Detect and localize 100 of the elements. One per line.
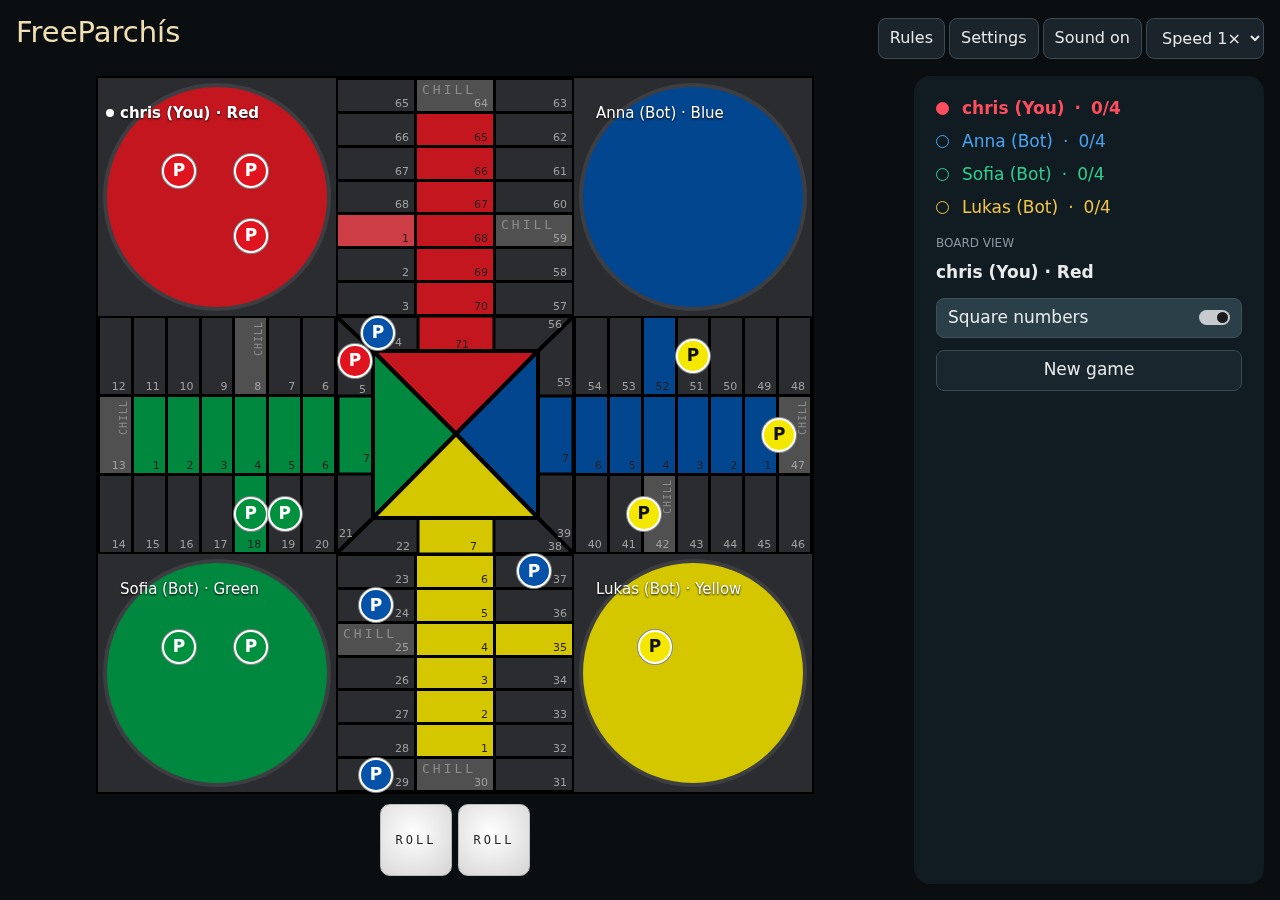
square-number: 43 <box>689 539 704 550</box>
square-number: 6 <box>594 460 602 471</box>
square-number: 40 <box>587 539 602 550</box>
square-number: 49 <box>757 381 772 392</box>
square-number: 38 <box>548 540 562 553</box>
square-number: 7 <box>562 452 569 465</box>
square-number: 7 <box>288 381 296 392</box>
square-number: 3 <box>696 460 704 471</box>
square-number: 52 <box>655 381 670 392</box>
game-piece[interactable]: P <box>626 497 661 531</box>
player-label: Sofia (Bot) · Green <box>120 579 259 600</box>
square-number: 54 <box>587 381 602 392</box>
square-number: 20 <box>315 539 329 550</box>
square-number: 1 <box>764 460 772 471</box>
square-number: 57 <box>553 301 567 312</box>
game-piece[interactable]: P <box>359 757 393 792</box>
square-number: 24 <box>395 607 409 619</box>
square-number: 1 <box>481 743 488 755</box>
square-number: 3 <box>402 301 409 312</box>
square-number: 2 <box>402 267 409 279</box>
safe-label: CHILL <box>118 400 129 436</box>
square-number: 35 <box>553 641 567 653</box>
square-number: 21 <box>339 527 353 540</box>
safe-label: CHILL <box>254 321 265 357</box>
square-number: 7 <box>470 540 477 553</box>
square-number: 10 <box>179 381 194 392</box>
square-number: 6 <box>481 573 488 585</box>
square-number: 39 <box>557 527 571 540</box>
separator-dot: · <box>1068 195 1074 219</box>
game-piece[interactable]: P <box>359 588 393 623</box>
square-number: 45 <box>757 539 772 550</box>
safe-label: CHILL <box>343 626 398 640</box>
player-name: Anna (Bot) <box>962 129 1053 153</box>
safe-label: CHILL <box>422 762 477 776</box>
square-number: 31 <box>553 777 567 788</box>
square-number: 18 <box>247 539 262 550</box>
speed-select[interactable]: Speed 1× <box>1146 17 1264 59</box>
square-number: 55 <box>557 376 571 389</box>
square-number: 34 <box>553 675 567 687</box>
player-score: 0/4 <box>1078 129 1106 153</box>
square-number: 42 <box>655 539 670 550</box>
square-number: 61 <box>553 165 567 177</box>
square-number: 60 <box>553 199 567 211</box>
game-piece[interactable]: P <box>517 554 551 589</box>
square-number: 5 <box>288 460 296 471</box>
header-button[interactable]: Settings <box>948 17 1039 59</box>
square-number: 15 <box>145 539 160 550</box>
square-number: 22 <box>396 540 410 553</box>
roll-die[interactable]: ROLL <box>458 804 530 876</box>
square-number: 4 <box>481 641 488 653</box>
square-number: 66 <box>395 131 409 143</box>
square-number: 12 <box>111 381 126 392</box>
game-piece[interactable]: P <box>338 344 372 378</box>
square-number: 11 <box>145 381 160 392</box>
square-number: 44 <box>723 539 738 550</box>
game-piece[interactable]: P <box>267 497 302 531</box>
square-number: 29 <box>395 777 409 788</box>
square-number: 4 <box>662 460 670 471</box>
square-number: 5 <box>628 460 636 471</box>
square-number: 32 <box>553 743 567 755</box>
header-button[interactable]: Rules <box>877 17 945 59</box>
safe-label: CHILL <box>501 218 556 232</box>
square-number: 5 <box>481 607 488 619</box>
square-number: 3 <box>481 675 488 687</box>
square-number: 4 <box>254 460 262 471</box>
square-number: 65 <box>474 131 488 143</box>
square-number: 9 <box>220 381 228 392</box>
square-number: 65 <box>395 97 409 109</box>
square-number: 6 <box>322 381 329 392</box>
new-game-button[interactable]: New game <box>936 349 1242 391</box>
roll-die[interactable]: ROLL <box>380 804 452 876</box>
square-number: 51 <box>689 381 704 392</box>
square-number: 14 <box>111 539 126 550</box>
square-number: 1 <box>402 233 409 245</box>
separator-dot: · <box>1074 96 1081 120</box>
square-number: 2 <box>186 460 194 471</box>
square-number: 64 <box>474 97 488 109</box>
square-number: 67 <box>395 165 409 177</box>
square-number: 68 <box>395 199 409 211</box>
square-number: 37 <box>553 573 567 585</box>
square-number: 13 <box>111 460 126 471</box>
board-view-player: chris (You) · Red <box>936 261 1095 284</box>
game-piece[interactable]: P <box>233 497 268 531</box>
player-name: Lukas (Bot) <box>962 195 1059 219</box>
square-number: 7 <box>363 452 370 465</box>
square-number: 70 <box>474 301 488 312</box>
player-name: Sofia (Bot) <box>962 162 1052 186</box>
game-piece[interactable]: P <box>676 339 710 373</box>
square-number: 8 <box>254 381 262 392</box>
square-number: 17 <box>213 539 228 550</box>
player-score: 0/4 <box>1077 162 1105 186</box>
safe-label: CHILL <box>798 400 808 436</box>
toggle-switch[interactable] <box>1199 310 1230 325</box>
game-piece[interactable]: P <box>762 418 797 452</box>
square-number: 16 <box>179 539 194 550</box>
separator-dot: · <box>1063 129 1069 153</box>
square-number: 28 <box>395 743 409 755</box>
header-button[interactable]: Sound on <box>1042 17 1142 59</box>
square-number: 6 <box>322 460 329 471</box>
game-piece[interactable]: P <box>361 316 395 350</box>
